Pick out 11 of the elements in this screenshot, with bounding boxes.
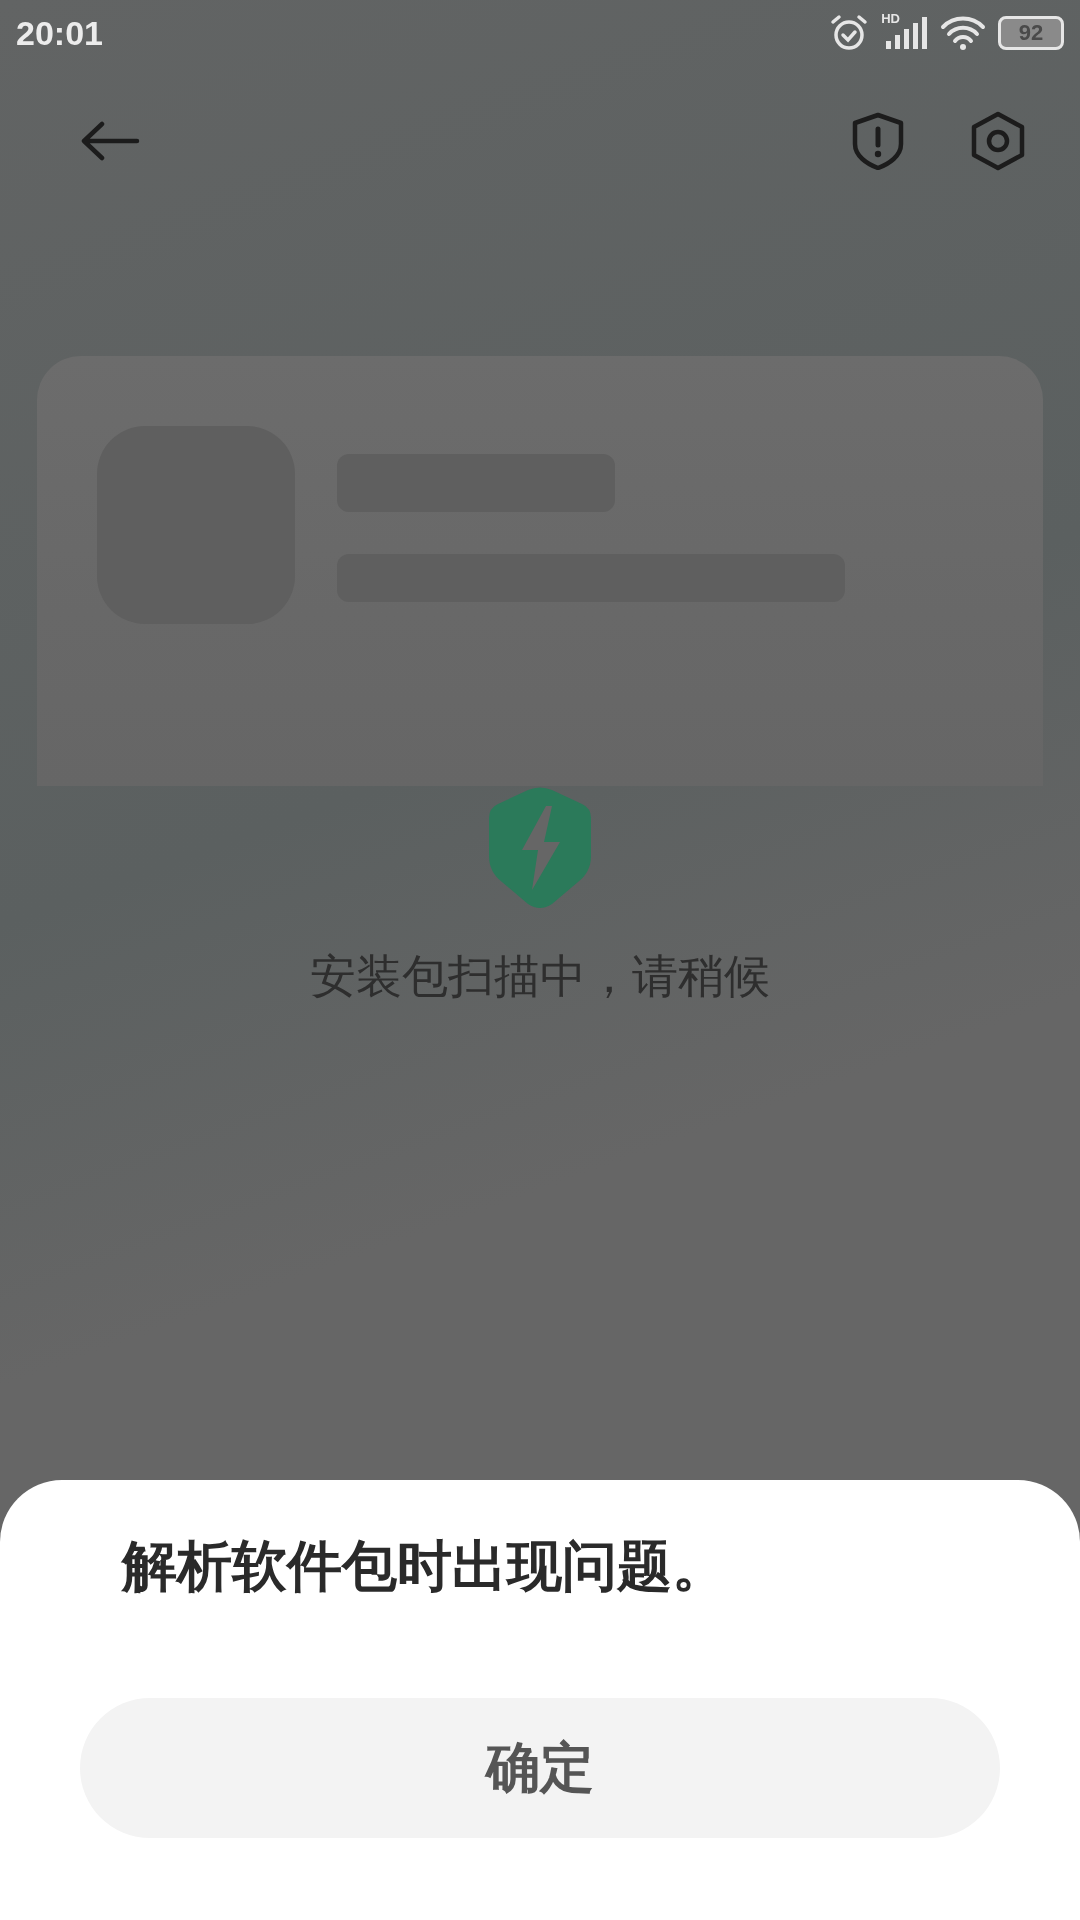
shield-alert-icon[interactable] [852,112,904,170]
wifi-icon [940,14,986,52]
settings-icon[interactable] [970,111,1026,171]
confirm-button[interactable]: 确定 [80,1698,1000,1838]
alarm-icon [829,13,870,53]
shield-bolt-icon [488,786,592,910]
network-type: HD [881,11,900,26]
back-arrow-icon[interactable] [80,121,140,161]
dialog-message: 解析软件包时出现问题。 [120,1533,728,1600]
battery-indicator: 92 [998,16,1064,50]
status-time: 20:01 [16,13,103,53]
